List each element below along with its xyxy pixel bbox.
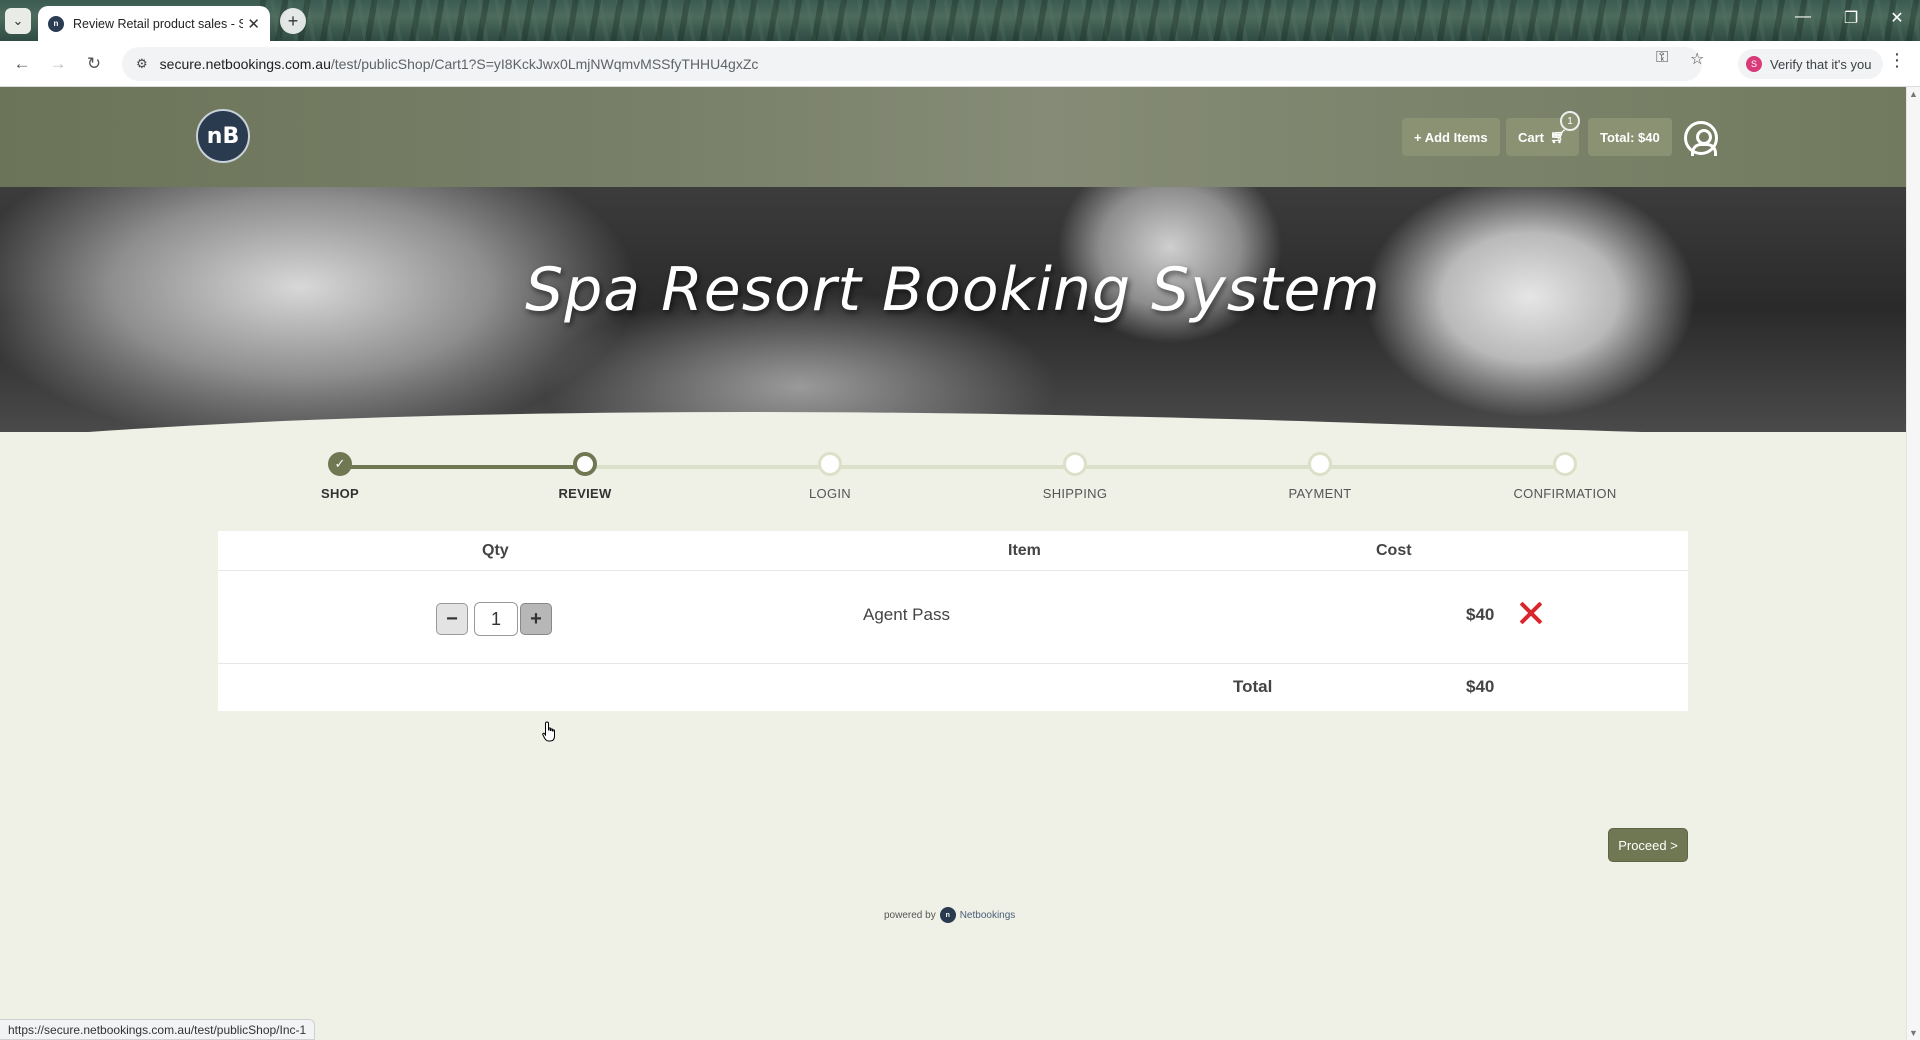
column-header-item: Item: [1008, 542, 1041, 559]
cart-label: Cart: [1518, 129, 1545, 145]
total-label: Total: [1233, 677, 1273, 696]
item-name: Agent Pass: [863, 605, 950, 624]
increase-qty-button[interactable]: +: [520, 603, 552, 635]
site-info-icon[interactable]: ⚙: [136, 56, 148, 72]
cart-count-badge: 1: [1560, 111, 1580, 131]
cart-table-header: Qty Item Cost: [218, 531, 1688, 571]
tab-list-button[interactable]: ⌄: [5, 8, 31, 34]
cart-total-row: Total $40: [218, 664, 1688, 711]
total-value: $40: [1466, 677, 1495, 696]
hand-cursor-icon: [542, 721, 555, 742]
step-dot: [1063, 452, 1087, 476]
user-account-icon[interactable]: [1684, 121, 1718, 156]
remove-item-icon[interactable]: [1516, 598, 1546, 628]
address-bar[interactable]: ⚙ secure.netbookings.com.au/test/publicS…: [122, 47, 1702, 81]
back-icon[interactable]: ←: [10, 52, 34, 76]
step-dot: [818, 452, 842, 476]
netbookings-mini-logo-icon: n: [939, 907, 956, 923]
powered-by-footer[interactable]: powered by n Netbookings: [884, 907, 1015, 923]
check-icon: ✓: [328, 452, 352, 476]
step-label: CONFIRMATION: [1513, 486, 1617, 501]
hero-wave-divider: [88, 412, 1643, 432]
browser-tabstrip: ⌄ n Review Retail product sales - Sp ✕ +…: [0, 0, 1920, 41]
item-cost: $40: [1466, 605, 1495, 624]
reload-icon[interactable]: ↻: [82, 52, 106, 76]
step-dot: [573, 452, 597, 476]
step-dot: [1553, 452, 1577, 476]
total-button[interactable]: Total: $40: [1588, 118, 1672, 156]
add-items-button[interactable]: + Add Items: [1402, 118, 1500, 156]
hero-banner: Spa Resort Booking System: [0, 187, 1906, 432]
netbookings-logo[interactable]: nB: [196, 109, 250, 163]
site-header: nB + Add Items Cart 🛒︎ 1 Total: $40: [0, 87, 1906, 187]
step-confirmation: CONFIRMATION: [1485, 452, 1645, 501]
page-scrollbar[interactable]: ▲ ▼: [1906, 87, 1920, 1040]
brand-name: Netbookings: [959, 909, 1016, 921]
verify-profile-button[interactable]: S Verify that it's you: [1738, 49, 1884, 79]
step-label: SHIPPING: [1042, 486, 1108, 501]
link-status-bar: https://secure.netbookings.com.au/test/p…: [0, 1019, 316, 1040]
proceed-button[interactable]: Proceed >: [1608, 828, 1688, 862]
step-review: REVIEW: [505, 452, 665, 501]
new-tab-button[interactable]: +: [280, 8, 306, 34]
powered-by-text: powered by: [884, 909, 936, 921]
tab-title: Review Retail product sales - Sp: [73, 16, 243, 31]
password-key-icon[interactable]: ⚿: [1656, 49, 1668, 67]
netbookings-favicon-icon: n: [48, 15, 64, 32]
cart-table: Qty Item Cost − 1 + Agent Pass $40 Total…: [218, 531, 1688, 711]
bookmark-star-icon[interactable]: ☆: [1690, 49, 1704, 69]
page-viewport: nB + Add Items Cart 🛒︎ 1 Total: $40 Spa …: [0, 87, 1906, 1040]
step-dot: [1308, 452, 1332, 476]
tab-close-icon[interactable]: ✕: [247, 15, 260, 33]
minimize-icon[interactable]: —: [1788, 8, 1818, 26]
url-text: secure.netbookings.com.au/test/publicSho…: [159, 56, 759, 72]
verify-label: Verify that it's you: [1770, 56, 1872, 72]
step-login: LOGIN: [750, 452, 910, 501]
scroll-up-icon[interactable]: ▲: [1909, 89, 1918, 99]
step-label: LOGIN: [809, 486, 851, 501]
restore-icon[interactable]: ❐: [1836, 8, 1866, 28]
scroll-down-icon[interactable]: ▼: [1909, 1028, 1918, 1038]
browser-tab-active[interactable]: n Review Retail product sales - Sp ✕: [38, 6, 270, 41]
hero-title: Spa Resort Booking System: [525, 255, 1381, 325]
browser-menu-icon[interactable]: ⋮: [1888, 50, 1906, 71]
forward-icon[interactable]: →: [46, 52, 70, 76]
browser-toolbar: ← → ↻ ⚙ secure.netbookings.com.au/test/p…: [0, 41, 1920, 87]
decrease-qty-button[interactable]: −: [436, 603, 468, 635]
shopping-cart-icon: 🛒︎: [1550, 129, 1567, 144]
column-header-cost: Cost: [1376, 542, 1412, 559]
window-close-icon[interactable]: ✕: [1882, 8, 1912, 28]
step-shipping: SHIPPING: [995, 452, 1155, 501]
step-shop: ✓ SHOP: [260, 452, 420, 501]
table-row: − 1 + Agent Pass $40: [218, 571, 1688, 664]
step-payment: PAYMENT: [1240, 452, 1400, 501]
column-header-qty: Qty: [482, 542, 509, 559]
tabstrip-background: [260, 0, 1920, 41]
step-label: PAYMENT: [1288, 486, 1352, 501]
step-label: SHOP: [320, 486, 360, 501]
profile-avatar-icon: S: [1746, 56, 1762, 72]
step-label: REVIEW: [558, 486, 612, 501]
quantity-input[interactable]: 1: [474, 602, 518, 636]
